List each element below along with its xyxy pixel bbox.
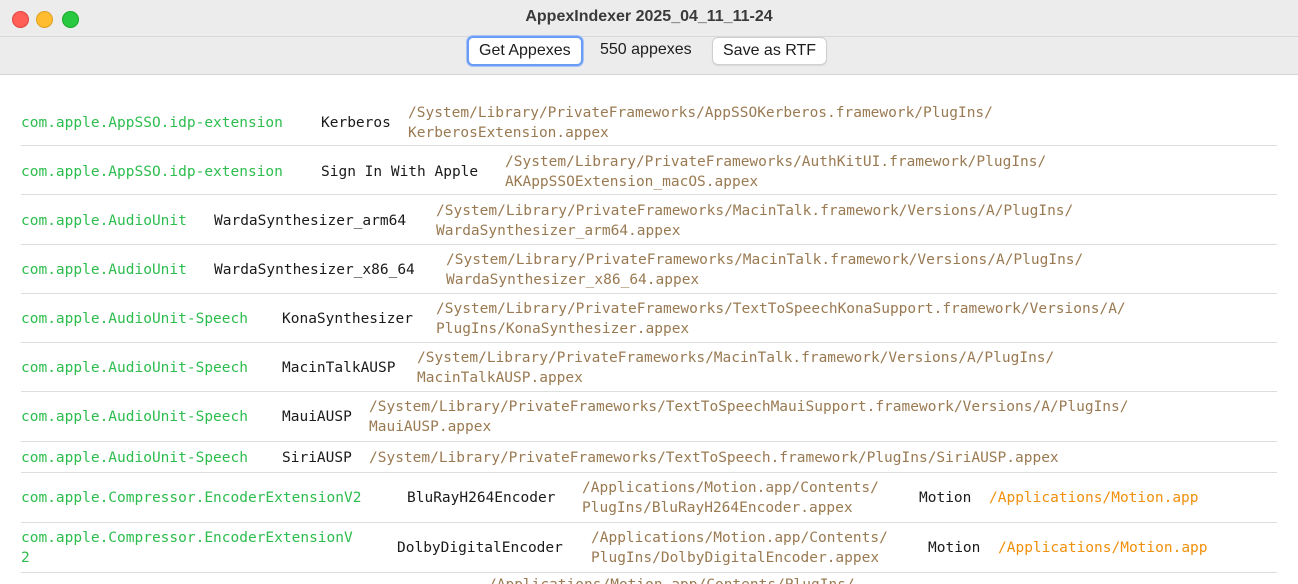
appex-path-line2: PlugIns/BluRayH264Encoder.appex bbox=[582, 500, 853, 516]
host-app-name: Motion bbox=[919, 490, 972, 506]
appex-path-line1: /Applications/Motion.app/Contents/ bbox=[591, 530, 888, 546]
appex-path-line1: /System/Library/PrivateFrameworks/MacinT… bbox=[436, 203, 1074, 219]
bundle-id: com.apple.AudioUnit-Speech bbox=[21, 360, 248, 376]
list-item[interactable]: com.apple.AudioUnit-Speech MacinTalkAUSP… bbox=[21, 342, 1277, 392]
bundle-id: com.apple.AudioUnit-Speech bbox=[21, 409, 248, 425]
bundle-id: com.apple.AudioUnit-Speech bbox=[21, 311, 248, 327]
appex-path-line2: WardaSynthesizer_arm64.appex bbox=[436, 223, 681, 239]
appex-path-line2: MacinTalkAUSP.appex bbox=[417, 370, 583, 386]
appex-path-line2: AKAppSSOExtension_macOS.appex bbox=[505, 174, 759, 190]
window-title: AppexIndexer 2025_04_11_11-24 bbox=[525, 8, 773, 25]
appex-name: DolbyDigitalEncoder bbox=[397, 540, 563, 556]
bundle-id: com.apple.AudioUnit bbox=[21, 262, 187, 278]
appex-count-label: 550 appexes bbox=[600, 41, 692, 58]
host-app-path: /Applications/Motion.app bbox=[998, 540, 1208, 556]
app-window: AppexIndexer 2025_04_11_11-24 Get Appexe… bbox=[0, 0, 1298, 584]
appex-path-line2: WardaSynthesizer_x86_64.appex bbox=[446, 272, 700, 288]
appex-path-line1: /Applications/Motion.app/Contents/ bbox=[582, 480, 879, 496]
list-item[interactable]: com.apple.AudioUnit-Speech MauiAUSP /Sys… bbox=[21, 391, 1277, 442]
appex-name: Sign In With Apple bbox=[321, 164, 479, 180]
list-item[interactable]: com.apple.AudioUnit-Speech SiriAUSP /Sys… bbox=[21, 441, 1277, 473]
bundle-id: com.apple.AudioUnit-Speech bbox=[21, 450, 248, 466]
list-item[interactable]: com.apple.AudioUnit WardaSynthesizer_arm… bbox=[21, 195, 1277, 245]
appex-name: KonaSynthesizer bbox=[282, 311, 413, 327]
list-item[interactable]: com.apple.AudioUnit-Speech KonaSynthesiz… bbox=[21, 293, 1277, 343]
appex-path-line1: /System/Library/PrivateFrameworks/MacinT… bbox=[446, 252, 1084, 268]
list-item[interactable]: /Applications/Motion.app/Contents/PlugIn… bbox=[21, 572, 1277, 584]
bundle-id-line2: 2 bbox=[21, 550, 30, 566]
save-as-rtf-button[interactable]: Save as RTF bbox=[712, 37, 828, 65]
appex-name: WardaSynthesizer_x86_64 bbox=[214, 262, 415, 278]
list-item[interactable]: com.apple.AudioUnit WardaSynthesizer_x86… bbox=[21, 244, 1277, 294]
appex-name: Kerberos bbox=[321, 115, 391, 131]
list-item[interactable]: com.apple.Compressor.EncoderExtensionV 2… bbox=[21, 522, 1277, 573]
get-appexes-button[interactable]: Get Appexes bbox=[467, 36, 583, 66]
appex-name: BluRayH264Encoder bbox=[407, 490, 556, 506]
appex-path-line1: /Applications/Motion.app/Contents/PlugIn… bbox=[488, 575, 855, 584]
appex-path-line2: PlugIns/DolbyDigitalEncoder.appex bbox=[591, 550, 880, 566]
appex-name: WardaSynthesizer_arm64 bbox=[214, 213, 407, 229]
appex-path-line1: /System/Library/PrivateFrameworks/AppSSO… bbox=[408, 105, 993, 121]
host-app-path: /Applications/Motion.app bbox=[989, 490, 1199, 506]
appex-path-line1: /System/Library/PrivateFrameworks/MacinT… bbox=[417, 350, 1055, 366]
list-item[interactable]: com.apple.AppSSO.idp-extension Sign In W… bbox=[21, 145, 1277, 195]
appex-path-line2: PlugIns/KonaSynthesizer.appex bbox=[436, 321, 690, 337]
bundle-id: com.apple.AudioUnit bbox=[21, 213, 187, 229]
list-item[interactable]: com.apple.Compressor.EncoderExtensionV2 … bbox=[21, 472, 1277, 523]
appex-path-line1: /System/Library/PrivateFrameworks/AuthKi… bbox=[505, 154, 1047, 170]
appex-name: MauiAUSP bbox=[282, 409, 352, 425]
bundle-id: com.apple.AppSSO.idp-extension bbox=[21, 115, 283, 131]
appex-list[interactable]: com.apple.AppSSO.idp-extension Kerberos … bbox=[0, 85, 1298, 584]
appex-path: /System/Library/PrivateFrameworks/TextTo… bbox=[369, 450, 1059, 466]
appex-path-line2: MauiAUSP.appex bbox=[369, 419, 492, 435]
appex-path-line1: /System/Library/PrivateFrameworks/TextTo… bbox=[436, 301, 1126, 317]
list-item[interactable]: com.apple.AppSSO.idp-extension Kerberos … bbox=[21, 85, 1277, 146]
appex-name: MacinTalkAUSP bbox=[282, 360, 396, 376]
toolbar-divider bbox=[0, 36, 1298, 37]
appex-name: SiriAUSP bbox=[282, 450, 352, 466]
appex-path-line1: /System/Library/PrivateFrameworks/TextTo… bbox=[369, 399, 1129, 415]
host-app-name: Motion bbox=[928, 540, 981, 556]
bundle-id: com.apple.Compressor.EncoderExtensionV2 bbox=[21, 490, 362, 506]
appex-path-line2: KerberosExtension.appex bbox=[408, 125, 609, 141]
bundle-id: com.apple.AppSSO.idp-extension bbox=[21, 164, 283, 180]
title-bar: AppexIndexer 2025_04_11_11-24 Get Appexe… bbox=[0, 0, 1298, 75]
bundle-id-line1: com.apple.Compressor.EncoderExtensionV bbox=[21, 530, 353, 546]
